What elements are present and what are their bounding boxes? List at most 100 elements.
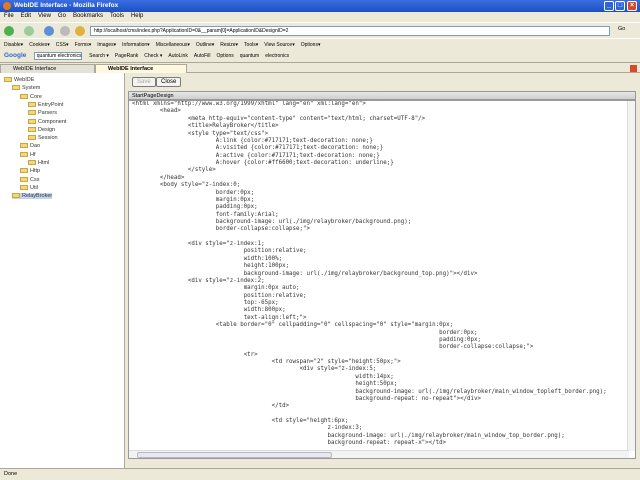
home-icon[interactable] <box>75 26 85 36</box>
menu-view[interactable]: View <box>38 13 51 19</box>
close-tab-icon[interactable] <box>630 65 637 72</box>
document-tab[interactable]: StartPageDesign <box>128 91 636 100</box>
menu-file[interactable]: File <box>4 13 14 19</box>
code-line: font-family:Arial; <box>132 211 279 218</box>
code-text[interactable]: <html xmlns="http://www.w3.org/1999/xhtm… <box>132 101 607 458</box>
code-line: </style> <box>132 167 216 174</box>
tree-item[interactable]: Component <box>28 119 66 125</box>
code-line: <title>RelayBroker</title> <box>132 123 279 130</box>
code-line: A:hover {color:#ff6600;text-decoration: … <box>132 160 394 166</box>
tree-item[interactable]: System <box>12 85 40 91</box>
reload-icon[interactable] <box>44 26 54 36</box>
menu-bookmarks[interactable]: Bookmarks <box>73 13 103 19</box>
code-line: A:link {color:#717171;text-decoration: n… <box>132 137 373 144</box>
vertical-scrollbar[interactable] <box>627 101 635 451</box>
tree-item[interactable]: Design <box>28 127 55 133</box>
code-line: border-collapse:collapse;"> <box>132 344 534 351</box>
tree-item-label: System <box>22 85 41 92</box>
code-line: z-index:3; <box>132 425 363 432</box>
tree-item[interactable]: RelayBroker <box>12 193 53 200</box>
folder-icon <box>20 93 28 99</box>
navigation-toolbar: http://localhost/cms/index.php?Applicati… <box>0 22 640 38</box>
menu-help[interactable]: Help <box>131 13 143 19</box>
tree-item[interactable]: Util <box>20 185 38 191</box>
close-button[interactable]: Close <box>156 77 182 87</box>
google-item-2[interactable]: Check ▾ <box>144 53 162 59</box>
folder-icon <box>28 160 36 166</box>
webdev-10[interactable]: View Source▾ <box>264 42 295 48</box>
window-title: WebIDE Interface - Mozilla Firefox <box>14 2 119 9</box>
scroll-thumb[interactable] <box>137 452 332 458</box>
code-line: A:active {color:#717171;text-decoration:… <box>132 152 380 159</box>
tree-item[interactable]: EntryPoint <box>28 102 63 108</box>
code-line: border:0px; <box>132 329 478 336</box>
tree-item-label: Hf <box>30 151 36 158</box>
google-item-4[interactable]: AutoFill <box>194 53 211 59</box>
folder-icon <box>20 176 28 182</box>
firefox-icon <box>3 2 11 10</box>
url-input[interactable]: http://localhost/cms/index.php?Applicati… <box>90 26 610 36</box>
tree-item[interactable]: Parsers <box>28 110 57 116</box>
back-icon[interactable] <box>4 26 14 36</box>
webdev-6[interactable]: Miscellaneous▾ <box>156 42 190 48</box>
tree-item-label: Dao <box>30 143 41 150</box>
tree-item[interactable]: Session <box>28 135 58 141</box>
google-item-6[interactable]: quantum <box>240 53 259 59</box>
horizontal-scrollbar[interactable] <box>129 450 629 458</box>
code-line: <meta http-equiv="content-type" content=… <box>132 115 426 122</box>
code-line: position:relative; <box>132 292 307 299</box>
tree-item-label: Parsers <box>38 110 57 117</box>
tree-item[interactable]: Http <box>20 168 40 174</box>
google-item-0[interactable]: Search ▾ <box>89 53 109 59</box>
folder-icon <box>28 126 36 132</box>
code-editor[interactable]: <html xmlns="http://www.w3.org/1999/xhtm… <box>128 100 636 459</box>
google-search-input[interactable]: quantum electronics <box>33 52 82 60</box>
code-line: height:100px; <box>132 263 290 270</box>
webdev-5[interactable]: Information▾ <box>122 42 150 48</box>
tree-item[interactable]: Html <box>28 160 49 166</box>
code-line: <html xmlns="http://www.w3.org/1999/xhtm… <box>132 101 366 107</box>
tree-item[interactable]: Css <box>20 177 39 183</box>
webdev-8[interactable]: Resize▾ <box>220 42 238 48</box>
webdev-1[interactable]: Cookies▾ <box>29 42 50 48</box>
tree-item-label: Design <box>38 126 56 133</box>
menu-go[interactable]: Go <box>58 13 66 19</box>
google-item-3[interactable]: AutoLink <box>168 53 187 59</box>
google-item-1[interactable]: PageRank <box>115 53 138 59</box>
code-line: top:-65px; <box>132 300 279 307</box>
tree-item[interactable]: WebIDE <box>4 77 34 83</box>
menu-edit[interactable]: Edit <box>21 13 31 19</box>
close-window-button[interactable]: × <box>627 1 637 11</box>
webdev-11[interactable]: Options▾ <box>301 42 321 48</box>
menu-tools[interactable]: Tools <box>110 13 124 19</box>
code-line: <div style="z-index:1; <box>132 241 265 248</box>
code-line: width:14px; <box>132 373 394 380</box>
tree-item-label: Session <box>38 135 58 142</box>
folder-icon <box>20 168 28 174</box>
webdev-9[interactable]: Tools▾ <box>244 42 258 48</box>
webdev-4[interactable]: Images▾ <box>97 42 116 48</box>
code-line: padding:0px; <box>132 204 258 211</box>
code-line: height:50px; <box>132 381 398 388</box>
code-line: <body style="z-index:0; <box>132 182 241 189</box>
webdev-2[interactable]: CSS▾ <box>56 42 69 48</box>
tree-item-label: EntryPoint <box>38 101 64 108</box>
tree-item[interactable]: Core <box>20 94 42 100</box>
tree-item[interactable]: Hf <box>20 152 36 158</box>
forward-icon[interactable] <box>24 26 34 36</box>
go-button[interactable]: Go <box>618 26 625 32</box>
stop-icon[interactable] <box>60 26 70 36</box>
google-item-5[interactable]: Options <box>217 53 234 59</box>
minimize-button[interactable]: _ <box>604 1 614 11</box>
webdev-0[interactable]: Disable▾ <box>4 42 23 48</box>
web-developer-toolbar: Disable▾ Cookies▾ CSS▾ Forms▾ Images▾ Informa… <box>0 38 640 51</box>
webdev-3[interactable]: Forms▾ <box>75 42 92 48</box>
save-button[interactable]: Save <box>132 77 156 87</box>
tree-item[interactable]: Dao <box>20 143 40 149</box>
google-item-7[interactable]: electronics <box>265 53 289 59</box>
maximize-button[interactable]: □ <box>615 1 625 11</box>
folder-icon <box>20 143 28 149</box>
webdev-7[interactable]: Outline▾ <box>196 42 214 48</box>
